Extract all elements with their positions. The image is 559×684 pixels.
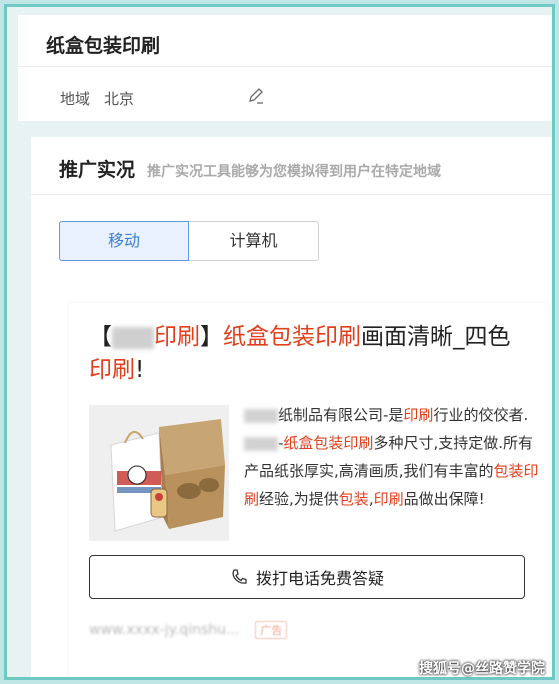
call-button[interactable]: 拨打电话免费答疑 bbox=[89, 555, 525, 599]
region-row: 地域 北京 bbox=[60, 88, 134, 109]
ad-title-segment: 】 bbox=[200, 324, 223, 350]
divider bbox=[31, 194, 552, 195]
watermark: 搜狐号@丝路赞学院 bbox=[419, 661, 545, 677]
region-value: 北京 bbox=[104, 90, 135, 108]
ad-desc-segment: 印刷 bbox=[403, 406, 434, 424]
ad-badge: 广告 bbox=[255, 621, 288, 639]
ad-desc-segment: 纸制品有限公司-是 bbox=[278, 406, 404, 424]
keyword-panel: 纸盒包装印刷 地域 北京 bbox=[18, 15, 552, 121]
call-button-label: 拨打电话免费答疑 bbox=[255, 569, 384, 588]
pencil-icon[interactable] bbox=[247, 87, 265, 105]
ad-title-segment: 印刷 bbox=[154, 324, 200, 350]
section-title: 推广实况 bbox=[59, 159, 136, 181]
tab-mobile[interactable]: 移动 bbox=[59, 221, 189, 261]
section-header: 推广实况 推广实况工具能够为您模拟得到用户在特定地域 bbox=[59, 155, 441, 182]
ad-title-segment: 画面清晰_四色 bbox=[361, 324, 511, 350]
ad-image[interactable] bbox=[89, 405, 229, 541]
ad-url[interactable]: www.xxxx-jy.qinshu... bbox=[89, 622, 239, 638]
ad-title[interactable]: 【印刷】纸盒包装印刷画面清晰_四色印刷! bbox=[89, 321, 529, 387]
ad-desc-segment: 纸盒包装印刷 bbox=[283, 434, 374, 452]
ad-title-segment: 印刷 bbox=[89, 357, 135, 383]
ad-desc-segment: 行业的佼佼者. bbox=[433, 406, 529, 424]
ad-description: 纸制品有限公司-是印刷行业的佼佼者.-纸盒包装印刷多种尺寸,支持定做.所有产品纸… bbox=[244, 401, 539, 513]
ad-desc-segment: 品做出保障! bbox=[403, 490, 485, 508]
ad-desc-segment: 经验,为提供 bbox=[259, 490, 339, 508]
ad-desc-segment: 印刷 bbox=[373, 490, 404, 508]
ad-desc-segment bbox=[244, 408, 278, 423]
preview-panel: 推广实况 推广实况工具能够为您模拟得到用户在特定地域 移动 计算机 【印刷】纸盒… bbox=[31, 137, 552, 677]
device-toggle: 移动 计算机 bbox=[59, 221, 319, 261]
ad-footer: www.xxxx-jy.qinshu... 广告 bbox=[89, 621, 288, 639]
phone-icon bbox=[232, 569, 247, 584]
ad-desc-segment: 包装 bbox=[338, 490, 369, 508]
section-description: 推广实况工具能够为您模拟得到用户在特定地域 bbox=[147, 164, 442, 180]
region-label: 地域 bbox=[60, 90, 91, 108]
keyword-title: 纸盒包装印刷 bbox=[46, 35, 161, 57]
tab-computer[interactable]: 计算机 bbox=[189, 221, 319, 261]
app-frame: 纸盒包装印刷 地域 北京 推广实况 推广实况工具能够为您模拟得到用户在特定地域 … bbox=[4, 4, 555, 680]
ad-preview-card: 【印刷】纸盒包装印刷画面清晰_四色印刷! 纸制品有限公司-是印刷行业的佼佼者.-… bbox=[69, 303, 549, 677]
ad-title-segment bbox=[112, 326, 154, 349]
ad-desc-segment bbox=[244, 436, 278, 451]
ad-title-segment: ! bbox=[135, 357, 145, 383]
divider bbox=[18, 66, 552, 67]
ad-title-segment: 【 bbox=[89, 324, 112, 350]
ad-title-segment: 纸盒包装印刷 bbox=[223, 324, 361, 350]
